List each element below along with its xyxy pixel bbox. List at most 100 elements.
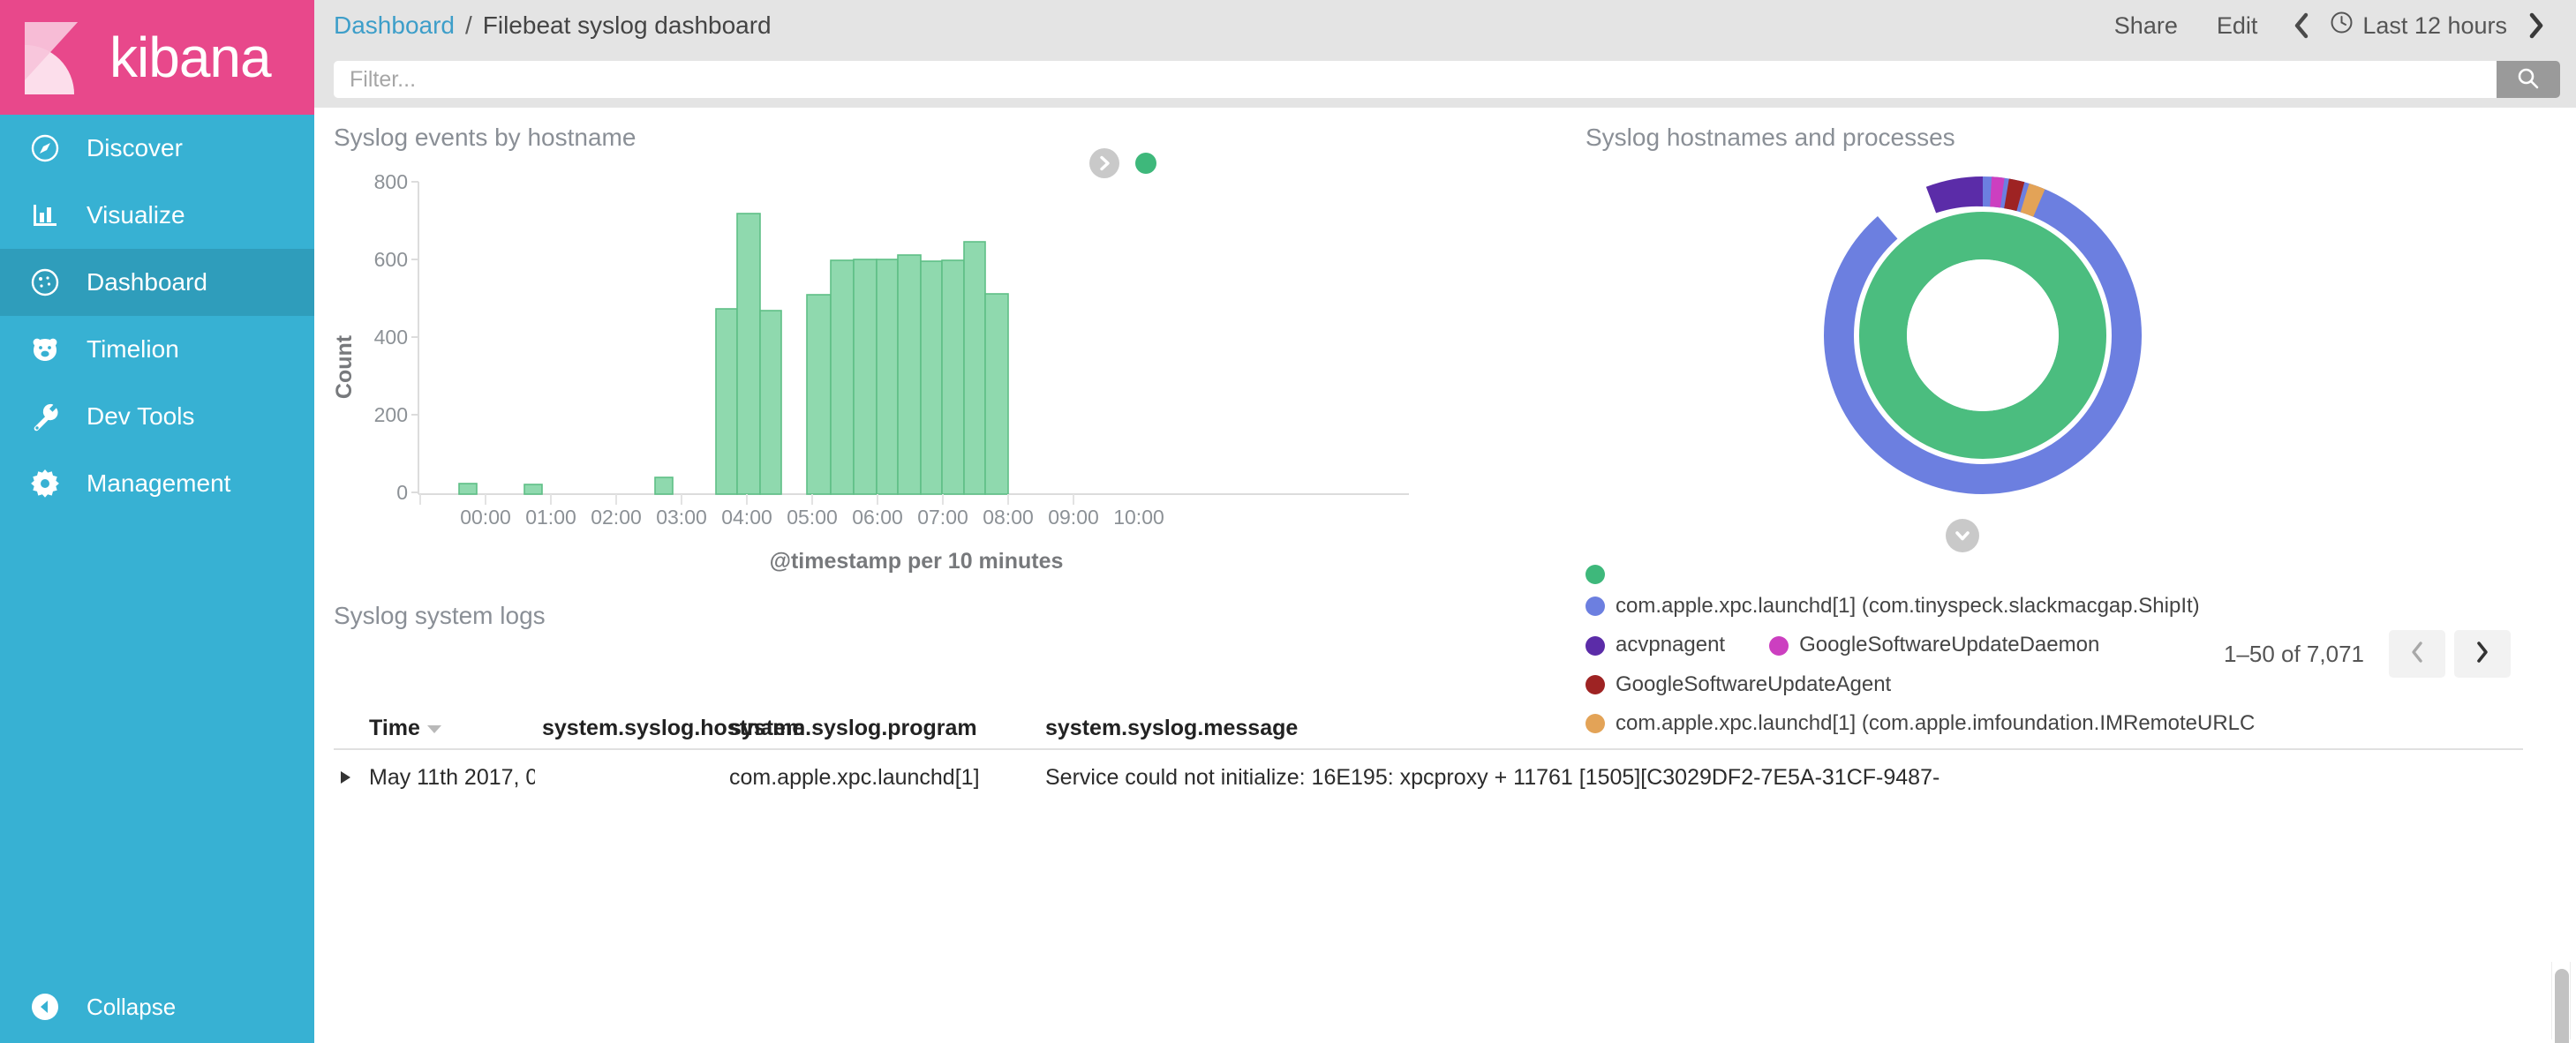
- chevron-down-circle-icon[interactable]: [1946, 519, 1979, 552]
- dashboard-body: Syslog events by hostname Count 800: [314, 108, 2576, 1043]
- row-expand-button[interactable]: [334, 771, 362, 784]
- kibana-app: kibana Discover: [0, 0, 2576, 1043]
- sidebar-item-visualize[interactable]: Visualize: [0, 182, 314, 249]
- time-range-picker[interactable]: Last 12 hours: [2324, 11, 2512, 41]
- sidebar-item-label: Dashboard: [87, 268, 207, 296]
- pagination-next-button[interactable]: [2454, 630, 2511, 678]
- edit-button[interactable]: Edit: [2197, 12, 2278, 40]
- svg-text:03:00: 03:00: [656, 506, 707, 529]
- svg-text:06:00: 06:00: [852, 506, 903, 529]
- share-button[interactable]: Share: [2095, 12, 2197, 40]
- cell-program: com.apple.xpc.launchd[1]: [722, 765, 1038, 791]
- sidebar-item-label: Visualize: [87, 201, 185, 229]
- histogram-bars: [459, 214, 1008, 494]
- svg-text:02:00: 02:00: [591, 506, 642, 529]
- wrench-icon: [25, 401, 65, 432]
- bar-chart-icon: [25, 199, 65, 231]
- sort-desc-icon[interactable]: [427, 725, 441, 733]
- table-row[interactable]: May 11th 2017, 05:58:25.000 com.apple.xp…: [334, 750, 2523, 805]
- column-header-hostname[interactable]: system.syslog.hostname: [535, 716, 722, 741]
- svg-text:08:00: 08:00: [983, 506, 1034, 529]
- svg-text:10:00: 10:00: [1113, 506, 1164, 529]
- brand-name: kibana: [109, 29, 271, 86]
- breadcrumb-root-link[interactable]: Dashboard: [334, 11, 455, 40]
- sidebar: kibana Discover: [0, 0, 314, 1043]
- search-button[interactable]: [2497, 61, 2560, 98]
- sidebar-nav: Discover Visualize: [0, 115, 314, 971]
- legend-color-dot: [1586, 565, 1605, 584]
- filter-bar: [314, 51, 2576, 108]
- pagination-count: 1–50 of 7,071: [2224, 641, 2364, 668]
- bear-icon: [25, 334, 65, 365]
- search-icon: [2515, 65, 2542, 94]
- clock-icon: [2330, 11, 2354, 41]
- svg-text:400: 400: [374, 326, 408, 349]
- svg-text:800: 800: [374, 170, 408, 193]
- panel-syslog-system-logs: Syslog system logs 1–50 of 7,071: [334, 602, 2541, 1043]
- chevron-left-icon: [2409, 638, 2425, 671]
- sidebar-item-label: Discover: [87, 134, 183, 162]
- svg-text:04:00: 04:00: [721, 506, 772, 529]
- sidebar-item-label: Management: [87, 469, 230, 498]
- column-header-message[interactable]: system.syslog.message: [1038, 716, 2523, 741]
- chevron-left-icon: [2291, 12, 2310, 39]
- column-header-program[interactable]: system.syslog.program: [722, 716, 1038, 741]
- sidebar-item-discover[interactable]: Discover: [0, 115, 314, 182]
- brand-logo[interactable]: kibana: [0, 0, 314, 115]
- chevron-right-icon: [2527, 12, 2546, 39]
- svg-text:600: 600: [374, 248, 408, 271]
- sidebar-item-management[interactable]: Management: [0, 450, 314, 517]
- breadcrumb-current: Filebeat syslog dashboard: [483, 11, 772, 40]
- donut-chart[interactable]: [1586, 159, 2576, 512]
- pagination-prev-button[interactable]: [2389, 630, 2445, 678]
- caret-right-icon: [341, 771, 350, 784]
- compass-icon: [25, 132, 65, 164]
- main-area: Dashboard / Filebeat syslog dashboard Sh…: [314, 0, 2576, 1043]
- collapse-sidebar-button[interactable]: Collapse: [0, 971, 314, 1043]
- svg-text:00:00: 00:00: [460, 506, 511, 529]
- table-pagination: 1–50 of 7,071: [2224, 630, 2511, 678]
- search-input[interactable]: [334, 61, 2497, 98]
- chevron-left-circle-icon: [25, 990, 65, 1024]
- svg-text:0: 0: [396, 481, 408, 504]
- panel-syslog-events-by-hostname: Syslog events by hostname Count 800: [334, 124, 1499, 565]
- kibana-logo-icon: [19, 19, 97, 96]
- filter-wrapper: [334, 61, 2560, 98]
- time-next-button[interactable]: [2512, 12, 2560, 39]
- table-panel-title: Syslog system logs: [334, 602, 546, 630]
- histogram-svg: Count 800 600 400 200 0: [334, 164, 1499, 535]
- time-prev-button[interactable]: [2277, 12, 2324, 39]
- logs-table: Time system.syslog.hostname system.syslo…: [334, 687, 2523, 805]
- histogram-panel-title: Syslog events by hostname: [334, 124, 636, 152]
- svg-text:05:00: 05:00: [787, 506, 838, 529]
- cell-time: May 11th 2017, 05:58:25.000: [362, 765, 535, 791]
- chevron-right-icon: [2474, 638, 2490, 671]
- svg-text:200: 200: [374, 403, 408, 426]
- breadcrumb-separator: /: [465, 11, 472, 40]
- top-actions: Share Edit Last 12 hours: [2095, 11, 2560, 41]
- column-header-time[interactable]: Time: [362, 716, 535, 741]
- sidebar-item-label: Timelion: [87, 335, 179, 364]
- histogram-x-axis-title: @timestamp per 10 minutes: [334, 549, 1499, 574]
- histogram-chart[interactable]: Count 800 600 400 200 0: [334, 164, 1499, 535]
- dashboard-icon: [25, 266, 65, 298]
- pie-panel-title: Syslog hostnames and processes: [1586, 124, 1955, 152]
- svg-text:01:00: 01:00: [525, 506, 576, 529]
- svg-text:Count: Count: [334, 334, 357, 399]
- sidebar-item-dev-tools[interactable]: Dev Tools: [0, 383, 314, 450]
- cell-message: Service could not initialize: 16E195: xp…: [1038, 765, 2523, 791]
- sidebar-item-timelion[interactable]: Timelion: [0, 316, 314, 383]
- panel-syslog-hostnames-and-processes: Syslog hostnames and processes: [1586, 124, 2576, 582]
- breadcrumb: Dashboard / Filebeat syslog dashboard: [334, 11, 772, 40]
- donut-svg: [1586, 159, 2576, 512]
- collapse-label: Collapse: [87, 994, 176, 1021]
- scrollbar-thumb[interactable]: [2555, 969, 2569, 1043]
- sidebar-item-dashboard[interactable]: Dashboard: [0, 249, 314, 316]
- svg-text:07:00: 07:00: [917, 506, 968, 529]
- vertical-scrollbar[interactable]: [2551, 962, 2571, 1039]
- svg-text:09:00: 09:00: [1048, 506, 1099, 529]
- legend-item[interactable]: [1586, 565, 2576, 584]
- table-header-row: Time system.syslog.hostname system.syslo…: [334, 687, 2523, 741]
- top-bar: Dashboard / Filebeat syslog dashboard Sh…: [314, 0, 2576, 51]
- sidebar-item-label: Dev Tools: [87, 402, 194, 431]
